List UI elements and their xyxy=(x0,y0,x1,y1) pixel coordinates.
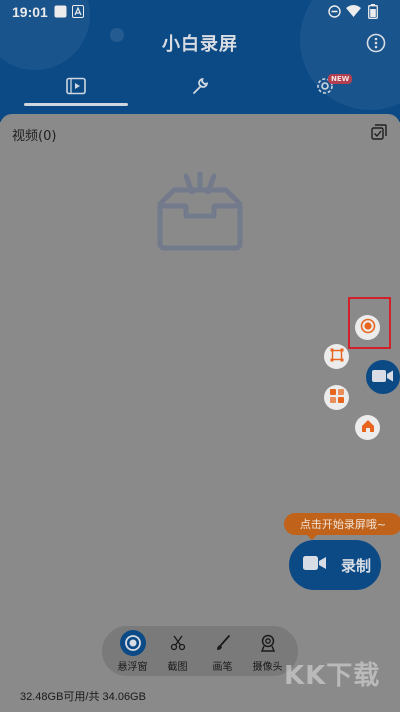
video-file-icon xyxy=(65,77,86,99)
tab-settings[interactable] xyxy=(258,70,391,106)
toolbar-label: 摄像头 xyxy=(252,661,283,673)
record-button[interactable]: 录制 xyxy=(289,540,381,590)
floating-window-icon xyxy=(119,629,146,656)
toolbar-label: 截图 xyxy=(167,661,188,673)
scissors-icon xyxy=(165,630,191,656)
toolbar-floating-window[interactable]: 悬浮窗 xyxy=(111,629,155,673)
tab-indicator xyxy=(24,103,128,106)
toolbar-label: 画笔 xyxy=(212,661,233,673)
highlight-box xyxy=(348,297,391,349)
wrench-icon xyxy=(190,76,210,100)
toolbar-camera[interactable]: 摄像头 xyxy=(246,630,290,673)
tab-videos[interactable] xyxy=(9,70,142,106)
video-list-panel: 视频(0) xyxy=(0,114,400,712)
record-button-label: 录制 xyxy=(341,556,372,575)
page-title: 小白录屏 xyxy=(162,34,238,55)
video-count-label: 视频(0) xyxy=(12,129,57,144)
start-recording-tooltip: 点击开始录屏哦~ xyxy=(284,513,400,535)
status-bar: 19:01 xyxy=(0,0,400,24)
info-icon[interactable] xyxy=(366,33,386,57)
video-camera-icon xyxy=(372,368,394,387)
tab-bar: NEW xyxy=(0,70,400,110)
wifi-icon xyxy=(346,5,361,21)
video-camera-icon xyxy=(303,555,327,575)
watermark: KK下载 xyxy=(284,661,381,691)
apps-icon xyxy=(329,388,344,407)
multi-select-icon[interactable] xyxy=(371,124,387,144)
new-badge: NEW xyxy=(328,74,353,84)
floating-camera-bubble[interactable] xyxy=(366,360,400,394)
toolbar-label: 悬浮窗 xyxy=(117,661,148,673)
camera-icon xyxy=(255,630,281,656)
float-home-button[interactable] xyxy=(355,415,380,440)
storage-info: 32.48GB可用/共 34.06GB xyxy=(20,691,146,703)
float-crop-button[interactable] xyxy=(324,344,349,369)
notification-square-icon xyxy=(54,5,67,22)
toolbar-brush[interactable]: 画笔 xyxy=(201,630,245,673)
toolbar-screenshot[interactable]: 截图 xyxy=(156,630,200,673)
bottom-toolbar: 悬浮窗 截图 画笔 摄像头 xyxy=(102,626,298,676)
app-header: 19:01 小白录屏 NEW xyxy=(0,0,400,122)
tab-tools[interactable] xyxy=(133,70,266,106)
app-notification-icon xyxy=(72,5,84,22)
float-apps-button[interactable] xyxy=(324,385,349,410)
home-icon xyxy=(361,418,375,437)
battery-icon xyxy=(368,4,378,23)
crop-icon xyxy=(330,347,344,366)
empty-inbox-icon xyxy=(156,169,244,256)
dnd-icon xyxy=(328,5,341,22)
status-time: 19:01 xyxy=(12,4,48,20)
brush-icon xyxy=(210,630,236,656)
